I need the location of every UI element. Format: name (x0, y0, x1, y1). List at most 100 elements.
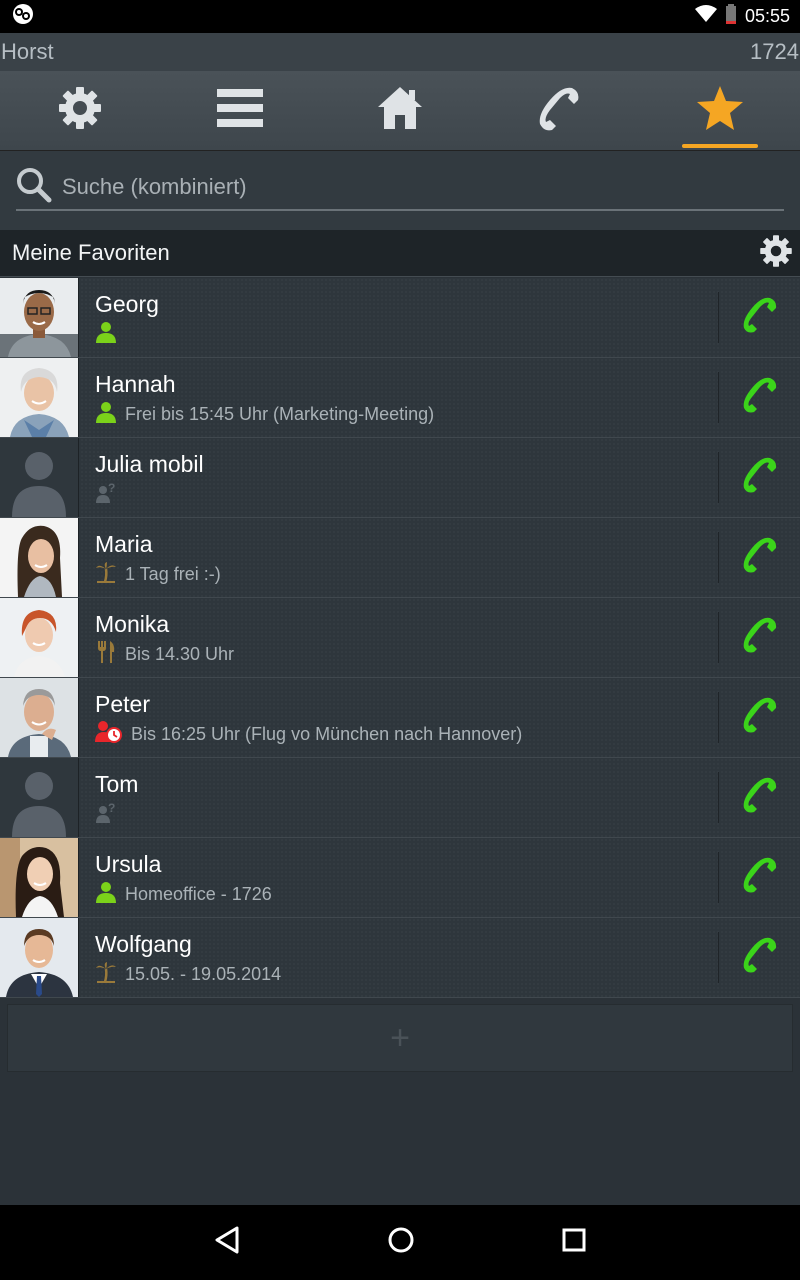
avatar (0, 758, 79, 837)
avatar (0, 358, 79, 437)
wifi-icon (694, 5, 717, 28)
contact-name: Tom (95, 771, 139, 797)
call-button[interactable] (718, 532, 800, 583)
contact-status: ? (95, 801, 718, 828)
search-input[interactable] (62, 174, 742, 200)
available-person-icon (95, 881, 117, 908)
contact-status (95, 321, 718, 348)
recents-icon[interactable] (561, 1227, 587, 1258)
call-button[interactable] (718, 372, 800, 423)
call-button[interactable] (718, 452, 800, 503)
avatar (0, 278, 79, 357)
contact-name: Maria (95, 531, 153, 557)
available-person-icon (95, 321, 117, 348)
main-toolbar (0, 71, 800, 151)
unknown-presence-icon: ? (95, 801, 117, 828)
tab-favorites[interactable] (640, 71, 800, 150)
contact-name: Peter (95, 691, 150, 717)
contact-status: 15.05. - 19.05.2014 (95, 961, 718, 988)
call-button[interactable] (718, 852, 800, 903)
clock: 05:55 (744, 6, 790, 26)
list-item[interactable]: Hannah Frei bis 15:45 Uhr (Marketing-Meet… (0, 358, 800, 438)
app-notification-icon (10, 3, 36, 30)
contact-name: Wolfgang (95, 931, 192, 957)
list-item[interactable]: Maria 1 Tag frei :-) (0, 518, 800, 598)
home-circle-icon[interactable] (386, 1225, 416, 1260)
avatar (0, 678, 79, 757)
fork-knife-icon (95, 640, 117, 669)
tab-menu[interactable] (160, 71, 320, 150)
contact-info: Monika Bis 14.30 Uhr (79, 598, 718, 677)
list-item[interactable]: Julia mobil? (0, 438, 800, 518)
phone-icon (536, 84, 584, 137)
contact-status: ? (95, 481, 718, 508)
palm-tree-icon (95, 961, 117, 988)
phone-icon (740, 855, 780, 900)
star-icon (696, 85, 744, 136)
call-button[interactable] (718, 612, 800, 663)
avatar (0, 918, 79, 997)
status-text: Homeoffice - 1726 (125, 883, 272, 904)
search-icon (16, 167, 52, 208)
avatar (0, 518, 79, 597)
avatar (0, 438, 79, 517)
add-label: + (390, 1018, 410, 1057)
call-button[interactable] (718, 692, 800, 743)
list-item[interactable]: Ursula Homeoffice - 1726 (0, 838, 800, 918)
contact-info: Hannah Frei bis 15:45 Uhr (Marketing-Meet… (79, 358, 718, 437)
status-text: Frei bis 15:45 Uhr (Marketing-Meeting) (125, 403, 435, 424)
search-bar (16, 165, 784, 211)
user-extension: 1724 (750, 39, 799, 64)
contact-info: Tom? (79, 758, 718, 837)
available-person-icon (95, 401, 117, 428)
list-item[interactable]: Wolfgang 15.05. - 19.05.2014 (0, 918, 800, 998)
unknown-presence-icon: ? (95, 481, 117, 508)
home-icon (376, 85, 424, 136)
tab-home[interactable] (320, 71, 480, 150)
battery-icon (725, 4, 737, 29)
phone-icon (740, 935, 780, 980)
contact-status: Bis 14.30 Uhr (95, 640, 718, 665)
gear-icon (56, 84, 104, 137)
svg-text:?: ? (108, 801, 115, 815)
tab-settings[interactable] (0, 71, 160, 150)
user-bar: Horst 1724 (0, 33, 800, 71)
call-button[interactable] (718, 292, 800, 343)
add-favorite-button[interactable]: + (7, 1004, 793, 1072)
phone-icon (740, 375, 780, 420)
list-item[interactable]: Peter Bis 16:25 Uhr (Flug vo München nach… (0, 678, 800, 758)
avatar (0, 838, 79, 917)
status-text: 15.05. - 19.05.2014 (125, 963, 282, 984)
menu-icon (217, 87, 263, 134)
contact-name: Ursula (95, 851, 162, 877)
contact-status: Frei bis 15:45 Uhr (Marketing-Meeting) (95, 401, 718, 428)
contact-info: Julia mobil? (79, 438, 718, 517)
phone-icon (740, 455, 780, 500)
svg-text:?: ? (108, 481, 115, 495)
status-text: Bis 14.30 Uhr (125, 643, 235, 664)
list-item[interactable]: Tom? (0, 758, 800, 838)
contact-status: 1 Tag frei :-) (95, 561, 718, 585)
contact-name: Monika (95, 611, 170, 637)
busy-clock-icon (95, 720, 123, 749)
user-name: Horst (1, 39, 54, 64)
favorites-list: Georg Hannah Frei bis 15:45 Uhr (Marketing… (0, 278, 800, 998)
contact-info: Maria 1 Tag frei :-) (79, 518, 718, 597)
list-item[interactable]: Georg (0, 278, 800, 358)
search-area (0, 151, 800, 230)
phone-icon (740, 695, 780, 740)
favorites-settings-gear-icon[interactable] (758, 233, 794, 274)
phone-icon (740, 615, 780, 660)
back-icon[interactable] (213, 1225, 241, 1260)
call-button[interactable] (718, 932, 800, 983)
favorites-header: Meine Favoriten (0, 230, 800, 277)
favorites-title: Meine Favoriten (12, 240, 170, 265)
status-bar: 05:55 (0, 0, 800, 33)
contact-name: Hannah (95, 371, 176, 397)
tab-calls[interactable] (480, 71, 640, 150)
call-button[interactable] (718, 772, 800, 823)
contact-info: Peter Bis 16:25 Uhr (Flug vo München nach… (79, 678, 718, 757)
system-nav-bar (0, 1205, 800, 1280)
contact-name: Georg (95, 291, 159, 317)
list-item[interactable]: Monika Bis 14.30 Uhr (0, 598, 800, 678)
